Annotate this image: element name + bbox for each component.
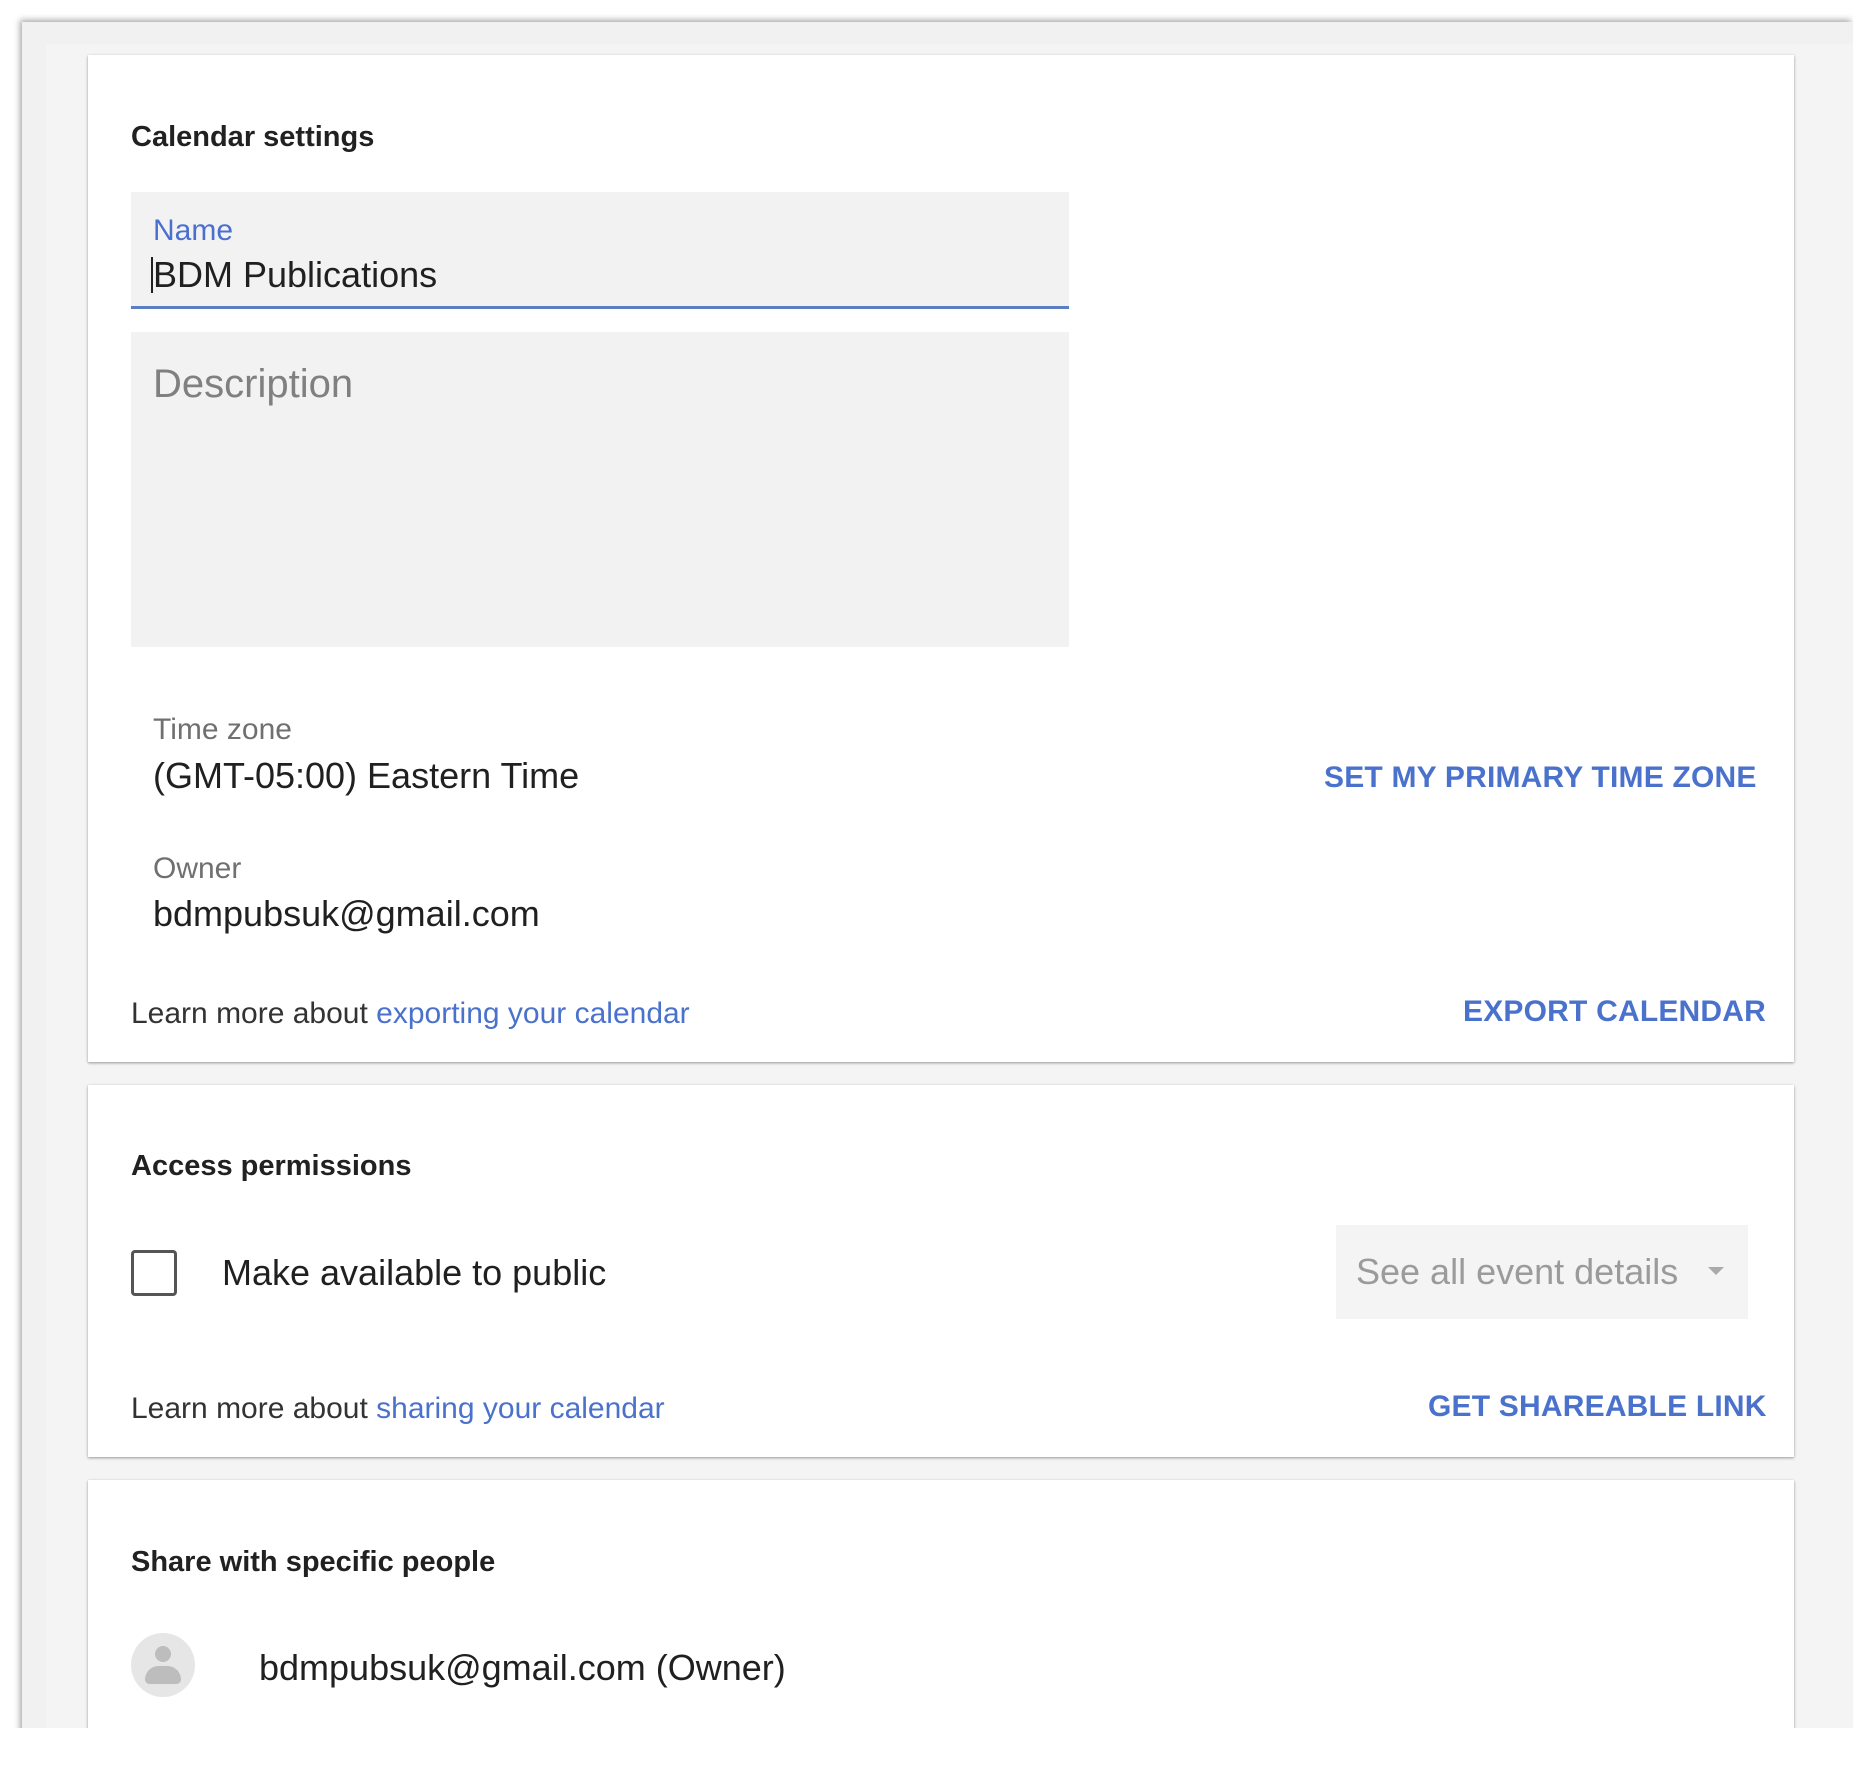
dropdown-arrow-icon: [1708, 1267, 1724, 1275]
avatar: [131, 1633, 195, 1697]
description-placeholder: Description: [153, 362, 354, 406]
public-checkbox[interactable]: [131, 1250, 177, 1296]
name-field[interactable]: Name BDM Publications: [131, 192, 1069, 309]
exporting-calendar-link[interactable]: exporting your calendar: [376, 997, 690, 1030]
calendar-settings-card: Calendar settings Name BDM Publications …: [88, 55, 1794, 1062]
person-body-icon: [145, 1666, 181, 1684]
calendar-settings-title: Calendar settings: [131, 121, 375, 153]
share-specific-people-title: Share with specific people: [131, 1546, 496, 1578]
settings-window: Calendar settings Name BDM Publications …: [22, 22, 1853, 1752]
name-field-underline: [131, 306, 1069, 309]
sharing-calendar-link[interactable]: sharing your calendar: [376, 1392, 665, 1425]
time-zone-value[interactable]: (GMT-05:00) Eastern Time: [153, 755, 579, 797]
access-permissions-card: Access permissions Make available to pub…: [88, 1085, 1794, 1457]
bottom-cutoff: [0, 1728, 1853, 1778]
sharing-learn-more: Learn more about sharing your calendar: [131, 1392, 665, 1426]
owner-value: bdmpubsuk@gmail.com: [153, 893, 540, 934]
set-primary-time-zone-button[interactable]: SET MY PRIMARY TIME ZONE: [1324, 761, 1757, 795]
time-zone-label: Time zone: [153, 713, 292, 746]
get-shareable-link-button[interactable]: GET SHAREABLE LINK: [1428, 1390, 1767, 1424]
shared-person-label: bdmpubsuk@gmail.com (Owner): [259, 1647, 786, 1688]
event-details-select[interactable]: See all event details: [1336, 1225, 1748, 1319]
share-specific-people-card: Share with specific people bdmpubsuk@gma…: [88, 1480, 1794, 1752]
export-learn-prefix: Learn more about: [131, 997, 377, 1030]
public-checkbox-label[interactable]: Make available to public: [222, 1252, 606, 1294]
event-details-select-value: See all event details: [1356, 1251, 1679, 1292]
owner-label: Owner: [153, 852, 242, 885]
person-head-icon: [155, 1646, 171, 1662]
name-field-label: Name: [153, 214, 234, 247]
name-field-input[interactable]: BDM Publications: [151, 254, 437, 296]
sharing-learn-prefix: Learn more about: [131, 1392, 377, 1425]
description-field[interactable]: Description: [131, 332, 1069, 647]
export-calendar-button[interactable]: EXPORT CALENDAR: [1463, 995, 1766, 1029]
export-learn-more: Learn more about exporting your calendar: [131, 997, 690, 1031]
access-permissions-title: Access permissions: [131, 1150, 412, 1182]
name-field-value: BDM Publications: [153, 254, 438, 295]
